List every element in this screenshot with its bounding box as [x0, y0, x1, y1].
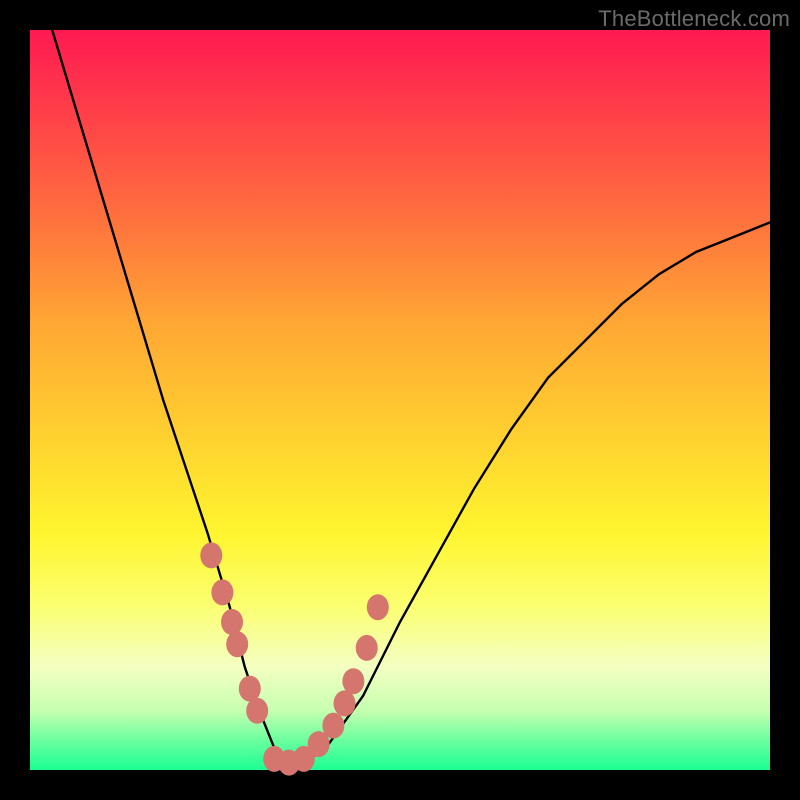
bottleneck-curve: [52, 30, 770, 763]
plot-area: [30, 30, 770, 770]
watermark-label: TheBottleneck.com: [598, 6, 790, 32]
highlight-dot: [342, 668, 364, 694]
highlight-dot: [246, 698, 268, 724]
highlight-dot: [334, 690, 356, 716]
highlight-dot: [239, 676, 261, 702]
highlight-dot: [356, 635, 378, 661]
curve-svg: [30, 30, 770, 770]
highlighted-dots: [200, 542, 388, 775]
highlight-dot: [226, 631, 248, 657]
highlight-dot: [367, 594, 389, 620]
highlight-dot: [200, 542, 222, 568]
chart-frame: TheBottleneck.com: [0, 0, 800, 800]
highlight-dot: [211, 579, 233, 605]
highlight-dot: [221, 609, 243, 635]
highlight-dot: [322, 713, 344, 739]
